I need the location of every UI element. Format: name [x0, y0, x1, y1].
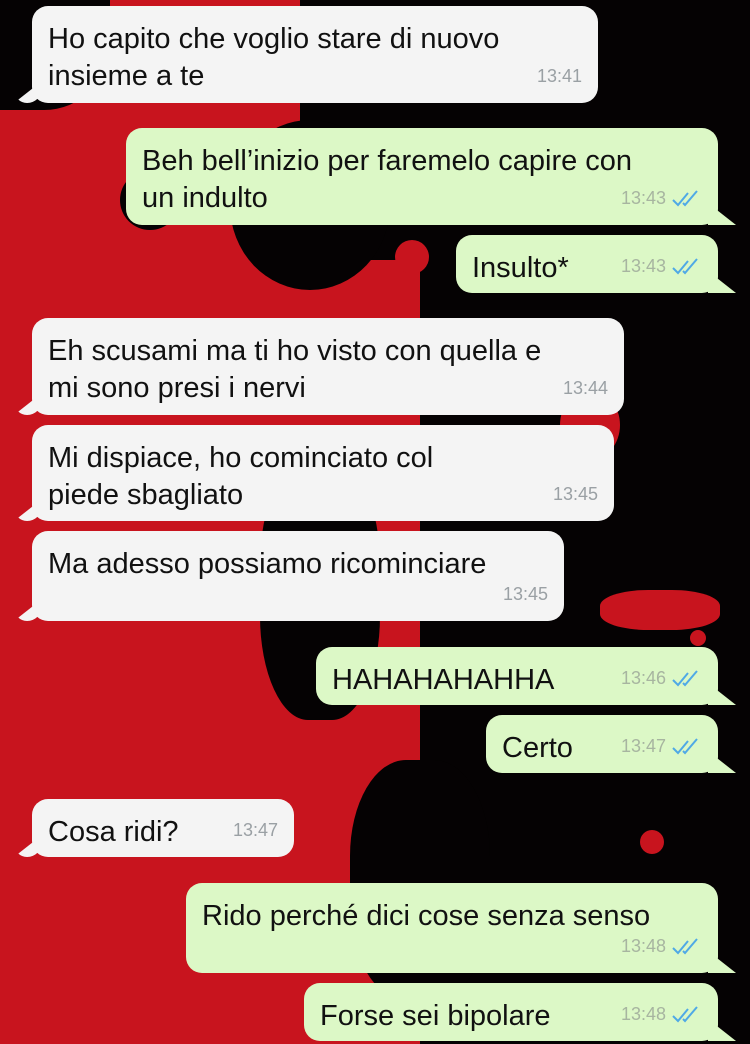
message-bubble-incoming[interactable]: Ma adesso possiamo ricominciare 13:45	[32, 531, 564, 621]
message-meta: 13:47	[233, 812, 278, 849]
message-meta: 13:41	[537, 58, 582, 95]
message-meta: 13:45	[553, 476, 598, 513]
double-check-icon	[672, 1005, 698, 1022]
message-time: 13:44	[562, 378, 608, 398]
message-text: Mi dispiace, ho cominciato col piede sba…	[48, 442, 434, 511]
message-bubble-outgoing[interactable]: Insulto* 13:43	[456, 235, 718, 293]
message-text: Ma adesso possiamo ricominciare	[48, 548, 487, 580]
double-check-icon	[672, 257, 698, 274]
message-bubble-incoming[interactable]: Cosa ridi? 13:47	[32, 799, 294, 857]
message-bubble-incoming[interactable]: Mi dispiace, ho cominciato col piede sba…	[32, 425, 614, 521]
message-meta: 13:43	[621, 180, 702, 217]
message-meta: 13:44	[563, 370, 608, 407]
double-check-icon	[672, 737, 698, 754]
message-time: 13:45	[502, 584, 548, 604]
message-time: 13:43	[620, 188, 666, 208]
message-time: 13:46	[620, 668, 666, 688]
message-text: Ho capito che voglio stare di nuovo insi…	[48, 23, 500, 92]
message-bubble-outgoing[interactable]: Rido perché dici cose senza senso 13:48	[186, 883, 718, 973]
message-text: Beh bell’inizio per faremelo capire con …	[142, 145, 633, 214]
message-time: 13:45	[552, 484, 598, 504]
message-text: Eh scusami ma ti ho visto con quella e m…	[48, 335, 542, 404]
message-time: 13:47	[232, 820, 278, 840]
message-bubble-outgoing[interactable]: Forse sei bipolare 13:48	[304, 983, 718, 1041]
message-time: 13:41	[536, 66, 582, 86]
message-meta: 13:45	[503, 576, 548, 613]
message-bubble-incoming[interactable]: Eh scusami ma ti ho visto con quella e m…	[32, 318, 624, 415]
message-meta: 13:48	[621, 996, 702, 1033]
message-time: 13:48	[620, 936, 666, 956]
message-time: 13:43	[620, 256, 666, 276]
message-meta: 13:43	[621, 248, 702, 285]
message-bubble-outgoing[interactable]: Certo 13:47	[486, 715, 718, 773]
double-check-icon	[672, 937, 698, 954]
message-meta: 13:46	[621, 660, 702, 697]
message-bubble-outgoing[interactable]: Beh bell’inizio per faremelo capire con …	[126, 128, 718, 225]
message-time: 13:48	[620, 1004, 666, 1024]
message-bubble-incoming[interactable]: Ho capito che voglio stare di nuovo insi…	[32, 6, 598, 103]
message-bubble-outgoing[interactable]: HAHAHAHAHHA 13:46	[316, 647, 718, 705]
message-meta: 13:47	[621, 728, 702, 765]
double-check-icon	[672, 189, 698, 206]
message-time: 13:47	[620, 736, 666, 756]
message-meta: 13:48	[621, 928, 702, 965]
double-check-icon	[672, 669, 698, 686]
